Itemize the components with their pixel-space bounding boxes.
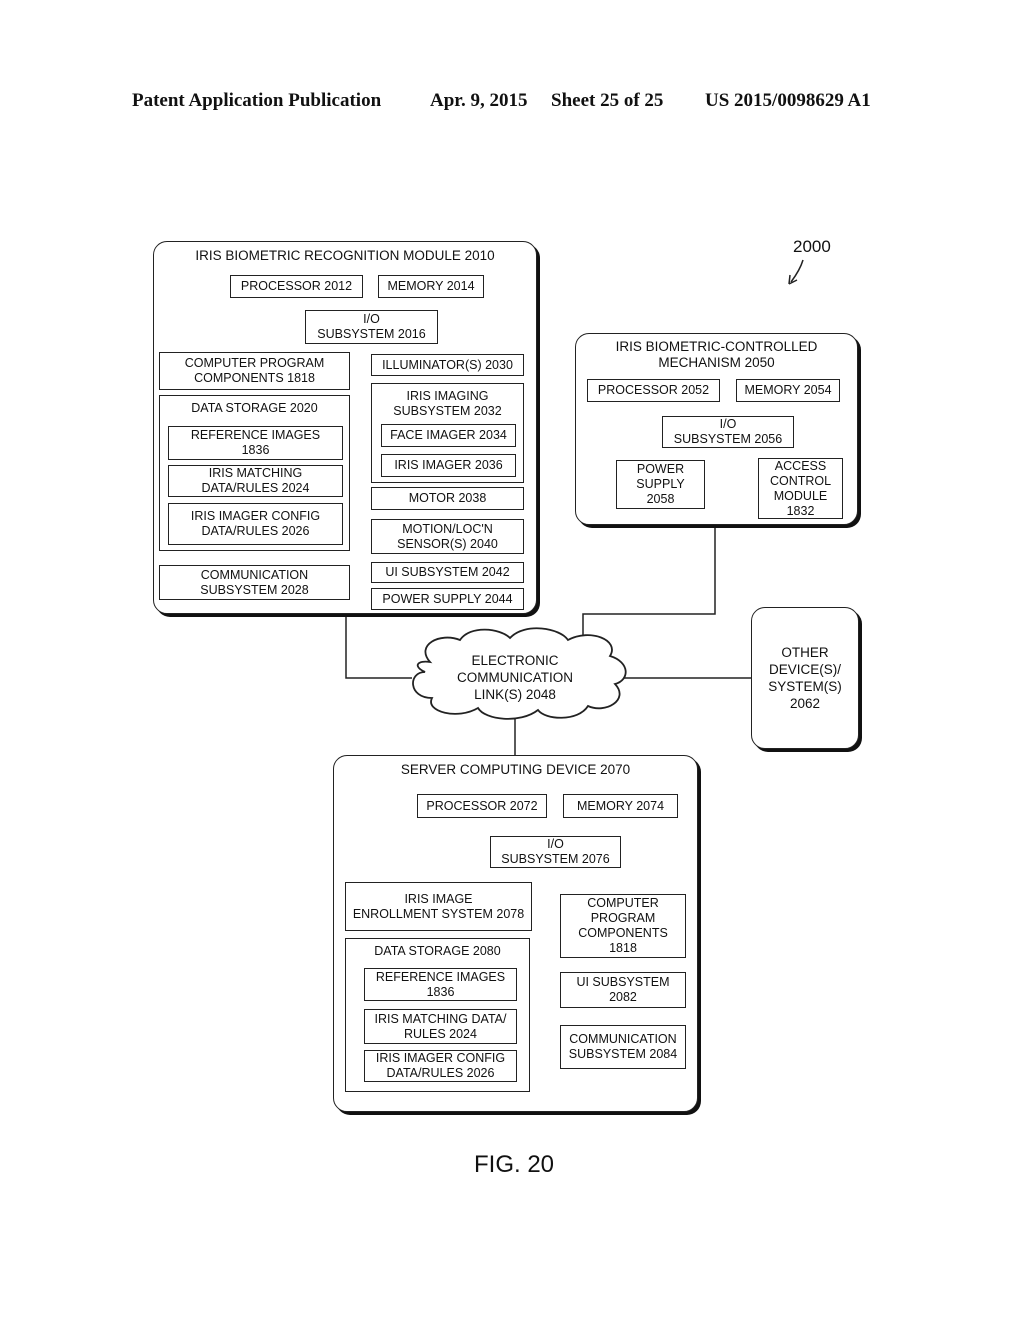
face-imager-2034: FACE IMAGER 2034 xyxy=(381,424,516,447)
communication-2084: COMMUNICATION SUBSYSTEM 2084 xyxy=(560,1025,686,1069)
processor-2072: PROCESSOR 2072 xyxy=(417,794,547,818)
imager-config-2026: IRIS IMAGER CONFIG DATA/RULES 2026 xyxy=(168,503,343,545)
sensors-2040: MOTION/LOC'N SENSOR(S) 2040 xyxy=(371,519,524,554)
iris-imager-2036: IRIS IMAGER 2036 xyxy=(381,454,516,477)
reference-images-1836: REFERENCE IMAGES 1836 xyxy=(168,426,343,460)
io-subsystem-2016: I/O SUBSYSTEM 2016 xyxy=(305,310,438,344)
illuminators-2030: ILLUMINATOR(S) 2030 xyxy=(371,354,524,376)
ui-subsystem-2042: UI SUBSYSTEM 2042 xyxy=(371,562,524,583)
power-supply-2058: POWER SUPPLY 2058 xyxy=(616,460,705,509)
other-devices-2062: OTHER DEVICE(S)/ SYSTEM(S) 2062 xyxy=(751,607,859,749)
memory-2054: MEMORY 2054 xyxy=(736,379,840,402)
enrollment-system-2078: IRIS IMAGE ENROLLMENT SYSTEM 2078 xyxy=(345,882,532,931)
figure-ref-number: 2000 xyxy=(793,237,831,256)
matching-rules-2024: IRIS MATCHING DATA/RULES 2024 xyxy=(168,465,343,497)
imager-config-2026-server: IRIS IMAGER CONFIG DATA/RULES 2026 xyxy=(364,1050,517,1082)
link-mechanism xyxy=(582,527,716,648)
figure-label: FIG. 20 xyxy=(474,1151,555,1178)
other-devices-label: OTHER DEVICE(S)/ SYSTEM(S) 2062 xyxy=(768,645,842,711)
power-supply-2044: POWER SUPPLY 2044 xyxy=(371,588,524,610)
ref-arrow xyxy=(790,259,804,283)
access-control-1832: ACCESS CONTROL MODULE 1832 xyxy=(758,458,843,519)
mechanism-title: IRIS BIOMETRIC-CONTROLLED MECHANISM 2050 xyxy=(615,339,818,370)
memory-2074: MEMORY 2074 xyxy=(563,794,678,818)
processor-2012: PROCESSOR 2012 xyxy=(230,275,363,298)
network-label: ELECTRONIC COMMUNICATION LINK(S) 2048 xyxy=(457,653,573,702)
io-subsystem-2076: I/O SUBSYSTEM 2076 xyxy=(490,836,621,868)
ui-subsystem-2082: UI SUBSYSTEM 2082 xyxy=(560,972,686,1008)
program-components-1818: COMPUTER PROGRAM COMPONENTS 1818 xyxy=(159,352,350,390)
io-subsystem-2056: I/O SUBSYSTEM 2056 xyxy=(662,416,794,448)
matching-rules-2024-server: IRIS MATCHING DATA/ RULES 2024 xyxy=(364,1009,517,1044)
motor-2038: MOTOR 2038 xyxy=(371,487,524,510)
server-title: SERVER COMPUTING DEVICE 2070 xyxy=(400,762,631,777)
module-title: IRIS BIOMETRIC RECOGNITION MODULE 2010 xyxy=(195,248,495,263)
link-module xyxy=(345,614,412,679)
program-components-1818-server: COMPUTER PROGRAM COMPONENTS 1818 xyxy=(560,894,686,958)
reference-images-1836-server: REFERENCE IMAGES 1836 xyxy=(364,968,517,1001)
processor-2052: PROCESSOR 2052 xyxy=(587,379,720,402)
memory-2014: MEMORY 2014 xyxy=(378,275,484,298)
communication-2028: COMMUNICATION SUBSYSTEM 2028 xyxy=(159,565,350,600)
